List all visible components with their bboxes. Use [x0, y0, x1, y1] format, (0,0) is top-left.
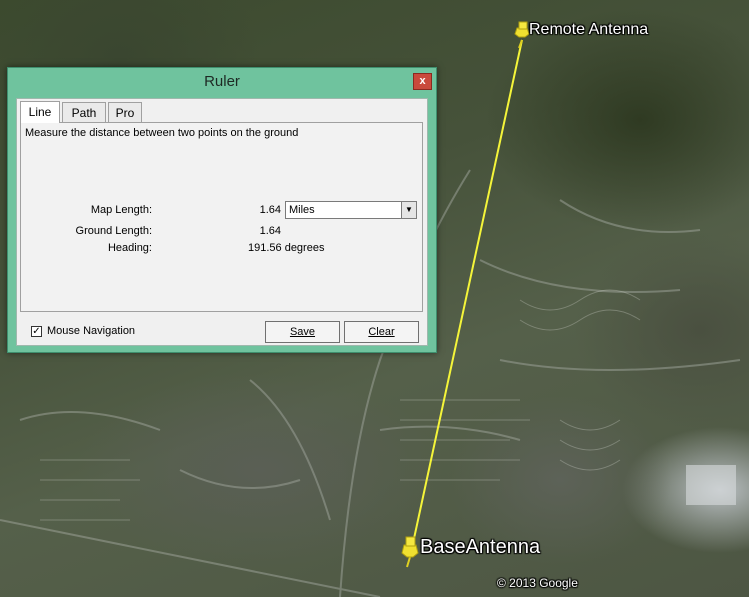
ground-length-label: Ground Length: [75, 225, 152, 237]
mouse-navigation-checkbox[interactable]: ✓ [31, 326, 42, 337]
base-pushpin-icon[interactable] [401, 536, 419, 568]
remote-antenna-label: Remote Antenna [529, 21, 649, 38]
close-icon: x [419, 75, 426, 87]
units-dropdown[interactable]: Miles ▼ [285, 201, 417, 219]
description-text: Measure the distance between two points … [25, 127, 299, 139]
tab-line[interactable]: Line [20, 101, 60, 123]
clear-button[interactable]: Clear [344, 321, 419, 343]
chevron-down-icon[interactable]: ▼ [401, 202, 416, 218]
line-tab-panel: Measure the distance between two points … [20, 122, 423, 312]
mouse-navigation-label: Mouse Navigation [47, 325, 136, 337]
tab-pro[interactable]: Pro [108, 102, 142, 122]
save-button[interactable]: Save [265, 321, 340, 343]
tab-path[interactable]: Path [62, 102, 106, 122]
heading-label: Heading: [107, 242, 152, 254]
ruler-titlebar[interactable]: Ruler x [8, 68, 436, 96]
dialog-title: Ruler [204, 73, 240, 90]
ground-length-value: 1.64 [259, 225, 281, 237]
close-button[interactable]: x [413, 73, 432, 90]
ruler-dialog: Ruler x Line Path Pro Measure the distan… [7, 67, 437, 353]
base-antenna-label: BaseAntenna [420, 536, 541, 558]
map-length-value: 1.64 [259, 204, 281, 216]
heading-value: 191.56 degrees [248, 242, 325, 254]
units-selected-value: Miles [289, 204, 315, 216]
copyright-text: © 2013 Google [497, 576, 578, 590]
dialog-body: Line Path Pro Measure the distance betwe… [16, 98, 428, 346]
map-length-label: Map Length: [90, 204, 152, 216]
